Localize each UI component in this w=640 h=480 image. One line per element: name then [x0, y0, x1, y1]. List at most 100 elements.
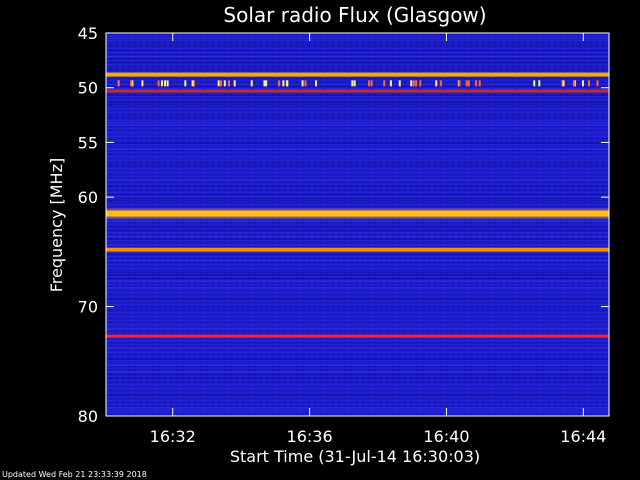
updated-timestamp: Updated Wed Feb 21 23:33:39 2018 [2, 470, 147, 479]
texture-line [106, 56, 609, 57]
burst-mark [164, 80, 167, 87]
texture-line [106, 338, 609, 339]
emission-band-glow [106, 208, 609, 219]
texture-line [106, 401, 609, 402]
burst-mark [478, 80, 481, 87]
texture-line [106, 329, 609, 330]
burst-mark [223, 80, 226, 87]
texture-line [106, 62, 609, 63]
burst-mark [166, 80, 169, 87]
burst-mark [562, 80, 565, 87]
burst-mark [419, 80, 422, 87]
texture-line [106, 128, 609, 129]
burst-mark [588, 80, 591, 87]
texture-line [106, 50, 609, 51]
texture-line [106, 296, 609, 297]
texture-line [106, 107, 609, 108]
texture-line [106, 176, 609, 177]
texture-line [106, 65, 609, 66]
texture-line [106, 245, 609, 246]
texture-line [106, 116, 609, 117]
texture-line [106, 155, 609, 156]
texture-line [106, 140, 609, 141]
burst-mark [191, 80, 194, 87]
texture-line [106, 125, 609, 126]
texture-line [106, 71, 609, 72]
texture-line [106, 98, 609, 99]
texture-line [106, 257, 609, 258]
texture-line [106, 95, 609, 96]
burst-mark [351, 80, 354, 87]
texture-line [106, 104, 609, 105]
texture-line [106, 278, 609, 279]
burst-mark [581, 80, 584, 87]
burst-mark [315, 80, 318, 87]
texture-line [106, 293, 609, 294]
texture-line [106, 323, 609, 324]
burst-mark [353, 80, 356, 87]
texture-line [106, 242, 609, 243]
burst-mark [117, 80, 120, 87]
texture-line [106, 119, 609, 120]
texture-line [106, 269, 609, 270]
texture-line [106, 326, 609, 327]
texture-line [106, 341, 609, 342]
texture-line [106, 353, 609, 354]
burst-mark [572, 80, 575, 87]
emission-band [106, 247, 609, 252]
texture-line [106, 383, 609, 384]
texture-line [106, 266, 609, 267]
texture-line [106, 305, 609, 306]
burst-mark [533, 80, 536, 87]
texture-line [106, 233, 609, 234]
texture-line [106, 182, 609, 183]
burst-mark [129, 80, 132, 87]
texture-line [106, 287, 609, 288]
burst-mark [250, 80, 253, 87]
texture-line [106, 299, 609, 300]
texture-line [106, 203, 609, 204]
burst-mark [263, 80, 266, 87]
texture-line [106, 110, 609, 111]
burst-mark [141, 80, 144, 87]
texture-line [106, 164, 609, 165]
texture-line [106, 290, 609, 291]
texture-line [106, 320, 609, 321]
burst-mark [458, 80, 461, 87]
x-tick-label: 16:44 [560, 427, 606, 446]
texture-line [106, 254, 609, 255]
texture-line [106, 167, 609, 168]
texture-line [106, 284, 609, 285]
texture-line [106, 389, 609, 390]
burst-mark [410, 80, 413, 87]
texture-line [106, 380, 609, 381]
burst-mark [415, 80, 418, 87]
texture-line [106, 101, 609, 102]
texture-line [106, 173, 609, 174]
texture-line [106, 260, 609, 261]
texture-line [106, 413, 609, 414]
texture-line [106, 38, 609, 39]
burst-mark [398, 80, 401, 87]
texture-line [106, 149, 609, 150]
texture-line [106, 386, 609, 387]
texture-line [106, 275, 609, 276]
texture-line [106, 221, 609, 222]
texture-line [106, 350, 609, 351]
texture-line [106, 410, 609, 411]
burst-mark [474, 80, 477, 87]
texture-line [106, 371, 609, 372]
burst-mark [435, 80, 438, 87]
texture-line [106, 365, 609, 366]
texture-line [106, 362, 609, 363]
texture-line [106, 131, 609, 132]
texture-line [106, 161, 609, 162]
texture-line [106, 398, 609, 399]
texture-line [106, 377, 609, 378]
burst-mark [439, 80, 442, 87]
spectrogram-chart: 45 50 55 60 70 80 16:32 16:36 16:40 16:44 Solar … [47, 3, 610, 466]
texture-line [106, 170, 609, 171]
texture-line [106, 41, 609, 42]
texture-line [106, 395, 609, 396]
y-axis-label: Frequency [MHz] [47, 158, 66, 292]
